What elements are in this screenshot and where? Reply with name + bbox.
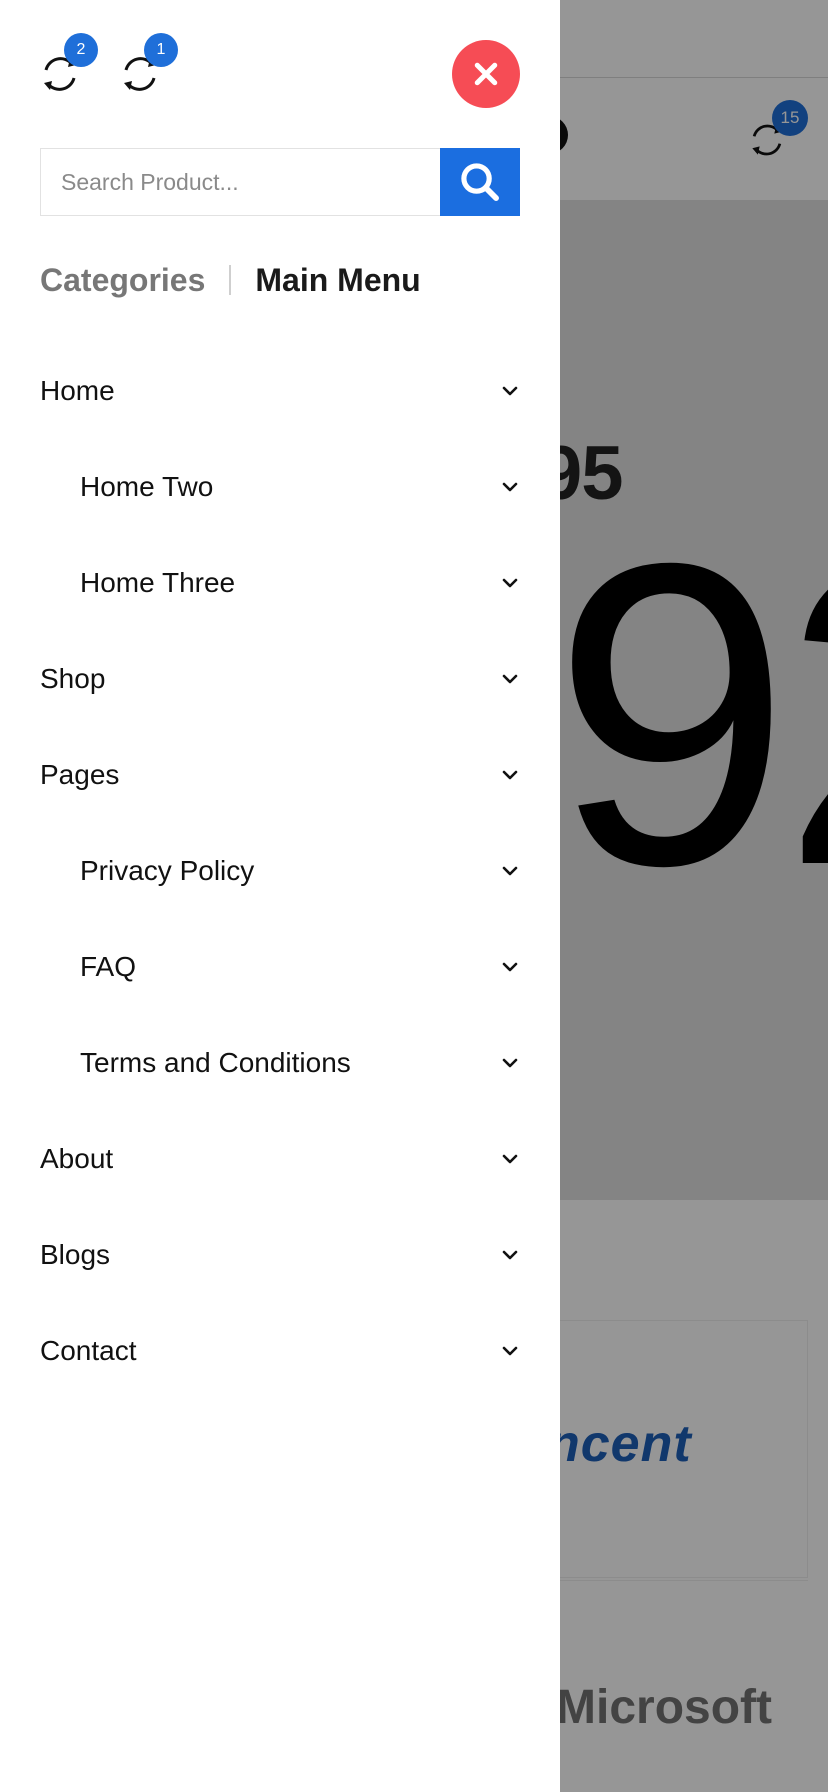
menu-item-label: Terms and Conditions bbox=[80, 1047, 351, 1078]
chevron-down-icon[interactable] bbox=[500, 1149, 520, 1169]
close-x-icon bbox=[474, 62, 498, 86]
search-form bbox=[40, 148, 520, 216]
tab-categories[interactable]: Categories bbox=[40, 262, 205, 299]
chevron-down-icon[interactable] bbox=[500, 957, 520, 977]
menu-item-blogs[interactable]: Blogs bbox=[40, 1207, 520, 1303]
menu-item-contact[interactable]: Contact bbox=[40, 1303, 520, 1399]
chevron-down-icon[interactable] bbox=[500, 381, 520, 401]
menu-item-label: Shop bbox=[40, 663, 106, 694]
menu-item-label: Contact bbox=[40, 1335, 137, 1366]
search-input[interactable] bbox=[40, 148, 440, 216]
menu-item-home-three[interactable]: Home Three bbox=[40, 535, 520, 631]
menu-item-label: Privacy Policy bbox=[80, 855, 255, 886]
compare-count-badge: 1 bbox=[144, 33, 178, 67]
mobile-menu-drawer: 2 1 Categories Main Menu HomeHome TwoHom bbox=[0, 0, 560, 1792]
menu-item-terms-and-conditions[interactable]: Terms and Conditions bbox=[40, 1015, 520, 1111]
chevron-down-icon[interactable] bbox=[500, 1341, 520, 1361]
menu-item-label: Home Two bbox=[80, 471, 214, 502]
search-button[interactable] bbox=[440, 148, 520, 216]
magnifier-icon bbox=[461, 163, 499, 201]
menu-item-home-two[interactable]: Home Two bbox=[40, 439, 520, 535]
close-button[interactable] bbox=[452, 40, 520, 108]
chevron-down-icon[interactable] bbox=[500, 477, 520, 497]
menu-item-label: Home Three bbox=[80, 567, 236, 598]
menu-item-shop[interactable]: Shop bbox=[40, 631, 520, 727]
menu-item-pages[interactable]: Pages bbox=[40, 727, 520, 823]
chevron-down-icon[interactable] bbox=[500, 861, 520, 881]
menu-item-label: FAQ bbox=[80, 951, 137, 982]
menu-item-about[interactable]: About bbox=[40, 1111, 520, 1207]
menu-item-label: About bbox=[40, 1143, 114, 1174]
menu-item-label: Home bbox=[40, 375, 115, 406]
chevron-down-icon[interactable] bbox=[500, 669, 520, 689]
menu-item-home[interactable]: Home bbox=[40, 343, 520, 439]
chevron-down-icon[interactable] bbox=[500, 573, 520, 593]
tab-divider bbox=[229, 265, 232, 295]
chevron-down-icon[interactable] bbox=[500, 1245, 520, 1265]
menu-item-faq[interactable]: FAQ bbox=[40, 919, 520, 1015]
menu-item-label: Blogs bbox=[40, 1239, 111, 1270]
menu-item-label: Pages bbox=[40, 759, 120, 790]
chevron-down-icon[interactable] bbox=[500, 765, 520, 785]
chevron-down-icon[interactable] bbox=[500, 1053, 520, 1073]
menu-item-privacy-policy[interactable]: Privacy Policy bbox=[40, 823, 520, 919]
tab-main-menu[interactable]: Main Menu bbox=[255, 262, 420, 299]
main-menu-list: Home Home Two Home Three Shop Pages Privacy P… bbox=[40, 343, 520, 1399]
menu-tabs: Categories Main Menu bbox=[40, 258, 421, 302]
compare-count-badge: 2 bbox=[64, 33, 98, 67]
